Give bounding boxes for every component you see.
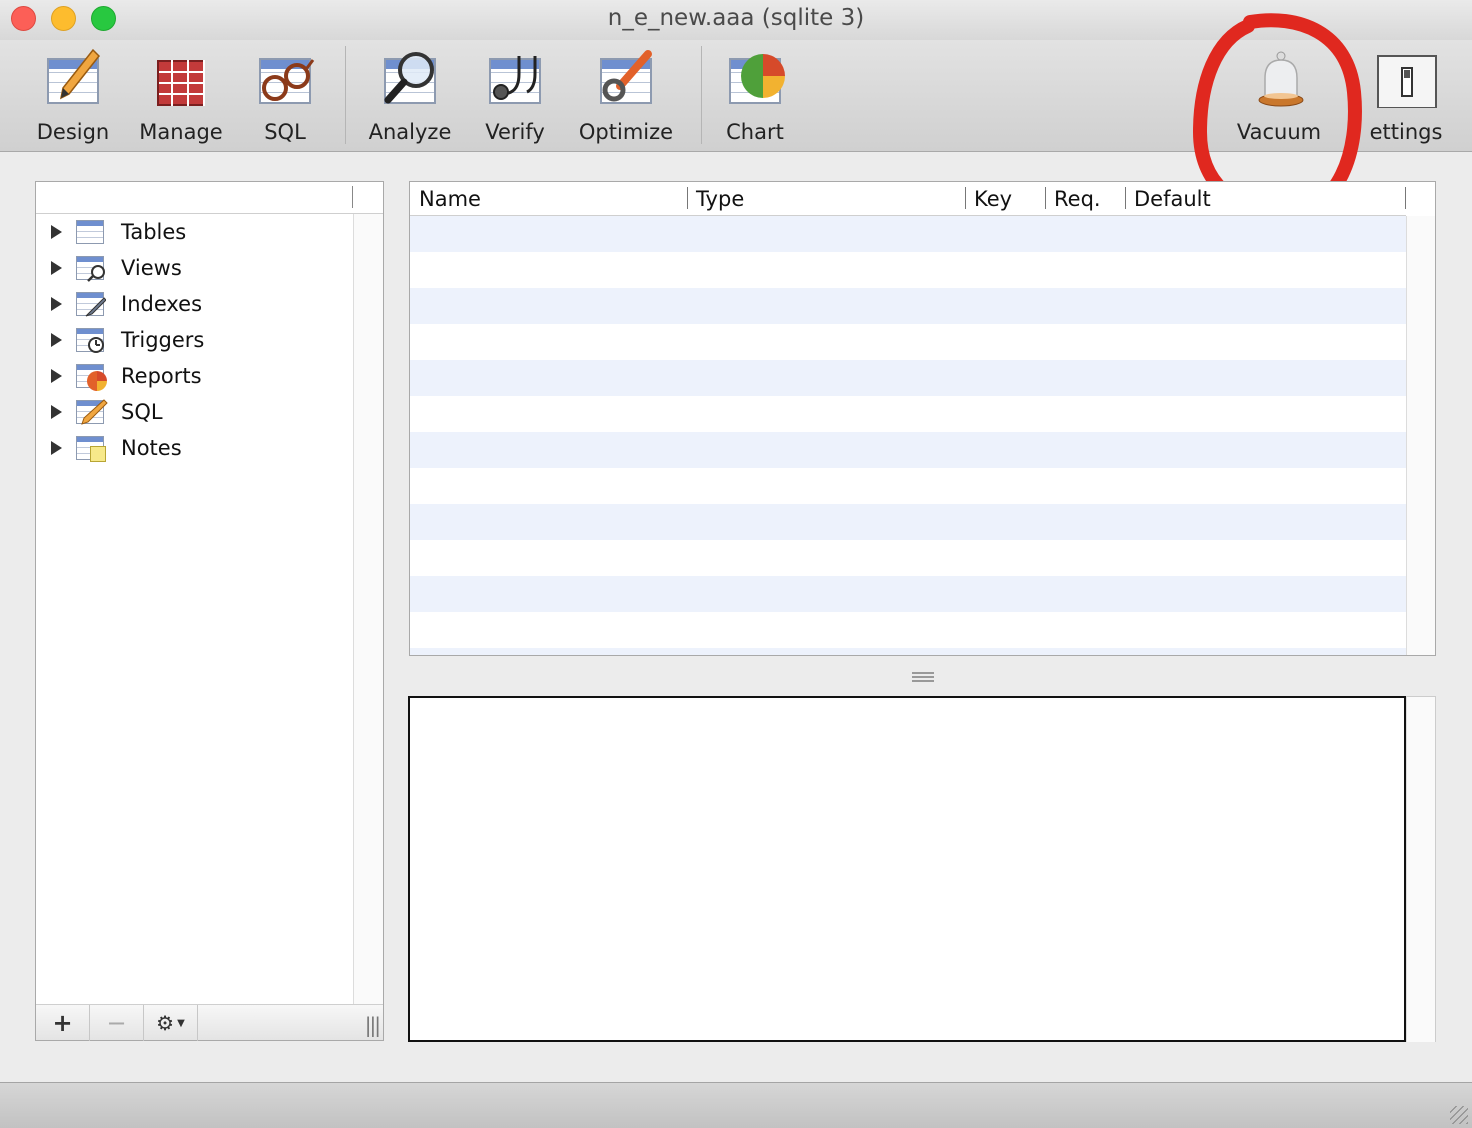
tree-item-indexes[interactable]: Indexes bbox=[36, 286, 352, 322]
notes-icon bbox=[76, 434, 106, 462]
disclosure-triangle-icon[interactable] bbox=[51, 369, 62, 383]
magnifier-icon bbox=[380, 48, 440, 110]
tree-item-reports[interactable]: Reports bbox=[36, 358, 352, 394]
sql-text-area[interactable] bbox=[408, 696, 1406, 1042]
bell-jar-icon bbox=[1249, 48, 1309, 110]
column-header-default[interactable]: Default bbox=[1125, 182, 1211, 216]
table-row[interactable] bbox=[410, 324, 1406, 360]
column-header-req[interactable]: Req. bbox=[1045, 182, 1101, 216]
column-header-type[interactable]: Type bbox=[687, 182, 744, 216]
wrench-icon bbox=[596, 48, 656, 110]
toolbar-separator bbox=[701, 46, 702, 144]
table-row[interactable] bbox=[410, 504, 1406, 540]
toolbar: Design Manage SQL Analyze Verify Optimiz… bbox=[0, 40, 1472, 152]
columns-table: Name Type Key Req. Default bbox=[409, 181, 1436, 656]
resize-grip-icon[interactable]: ||| bbox=[365, 1013, 381, 1037]
index-icon bbox=[76, 290, 106, 318]
sql-glasses-icon bbox=[255, 48, 315, 110]
vacuum-button[interactable]: Vacuum bbox=[1234, 40, 1324, 152]
view-icon bbox=[76, 254, 106, 282]
window-title: n_e_new.aaa (sqlite 3) bbox=[607, 5, 865, 31]
disclosure-triangle-icon[interactable] bbox=[51, 225, 62, 239]
tree-footer: + − ⚙ ▼ ||| bbox=[36, 1004, 383, 1041]
disclosure-triangle-icon[interactable] bbox=[51, 333, 62, 347]
column-divider[interactable] bbox=[1405, 187, 1406, 209]
tree-item-notes[interactable]: Notes bbox=[36, 430, 352, 466]
tree-item-views[interactable]: Views bbox=[36, 250, 352, 286]
column-divider[interactable] bbox=[352, 186, 353, 208]
status-bar bbox=[0, 1082, 1472, 1128]
manage-button[interactable]: Manage bbox=[138, 40, 224, 152]
analyze-button[interactable]: Analyze bbox=[366, 40, 454, 152]
design-icon bbox=[43, 48, 103, 110]
column-header-key[interactable]: Key bbox=[965, 182, 1012, 216]
table-row[interactable] bbox=[410, 468, 1406, 504]
table-row[interactable] bbox=[410, 288, 1406, 324]
gear-menu-button[interactable]: ⚙ ▼ bbox=[144, 1005, 198, 1041]
report-icon bbox=[76, 362, 107, 391]
toolbar-separator bbox=[345, 46, 346, 144]
disclosure-triangle-icon[interactable] bbox=[51, 297, 62, 311]
table-row[interactable] bbox=[410, 540, 1406, 576]
table-icon bbox=[76, 218, 106, 246]
text-area-scrollbar[interactable] bbox=[1406, 696, 1436, 1042]
add-button[interactable]: + bbox=[36, 1005, 90, 1041]
remove-button[interactable]: − bbox=[90, 1005, 144, 1041]
tree-item-tables[interactable]: Tables bbox=[36, 214, 352, 250]
tree-item-triggers[interactable]: Triggers bbox=[36, 322, 352, 358]
dropdown-arrow-icon: ▼ bbox=[177, 1017, 185, 1029]
column-header-name[interactable]: Name bbox=[410, 182, 481, 216]
stethoscope-icon bbox=[485, 48, 545, 110]
chart-button[interactable]: Chart bbox=[722, 40, 788, 152]
sql-icon bbox=[76, 398, 108, 426]
table-row[interactable] bbox=[410, 648, 1406, 655]
disclosure-triangle-icon[interactable] bbox=[51, 405, 62, 419]
table-row[interactable] bbox=[410, 216, 1406, 252]
switch-icon bbox=[1366, 48, 1437, 110]
trigger-icon bbox=[76, 326, 106, 354]
optimize-button[interactable]: Optimize bbox=[575, 40, 677, 152]
verify-button[interactable]: Verify bbox=[480, 40, 550, 152]
tree-header bbox=[36, 182, 383, 214]
table-row[interactable] bbox=[410, 396, 1406, 432]
window-resize-grip-icon[interactable] bbox=[1450, 1106, 1468, 1124]
pie-chart-icon bbox=[725, 48, 785, 110]
table-row[interactable] bbox=[410, 612, 1406, 648]
tree-item-sql[interactable]: SQL bbox=[36, 394, 352, 430]
gear-icon: ⚙ bbox=[156, 1011, 175, 1035]
settings-button[interactable]: ettings bbox=[1352, 40, 1442, 152]
object-tree-panel: Tables Views Indexes Triggers Reports SQ… bbox=[35, 181, 384, 1041]
design-button[interactable]: Design bbox=[32, 40, 114, 152]
split-view-handle[interactable] bbox=[912, 672, 934, 682]
title-bar: n_e_new.aaa (sqlite 3) bbox=[0, 0, 1472, 40]
table-scrollbar[interactable] bbox=[1406, 216, 1435, 655]
tree-scrollbar[interactable] bbox=[353, 214, 383, 1004]
table-row[interactable] bbox=[410, 252, 1406, 288]
disclosure-triangle-icon[interactable] bbox=[51, 441, 62, 455]
table-header: Name Type Key Req. Default bbox=[410, 182, 1406, 216]
table-row[interactable] bbox=[410, 432, 1406, 468]
manage-icon bbox=[151, 48, 211, 110]
sql-button[interactable]: SQL bbox=[252, 40, 318, 152]
disclosure-triangle-icon[interactable] bbox=[51, 261, 62, 275]
table-row[interactable] bbox=[410, 360, 1406, 396]
table-row[interactable] bbox=[410, 576, 1406, 612]
